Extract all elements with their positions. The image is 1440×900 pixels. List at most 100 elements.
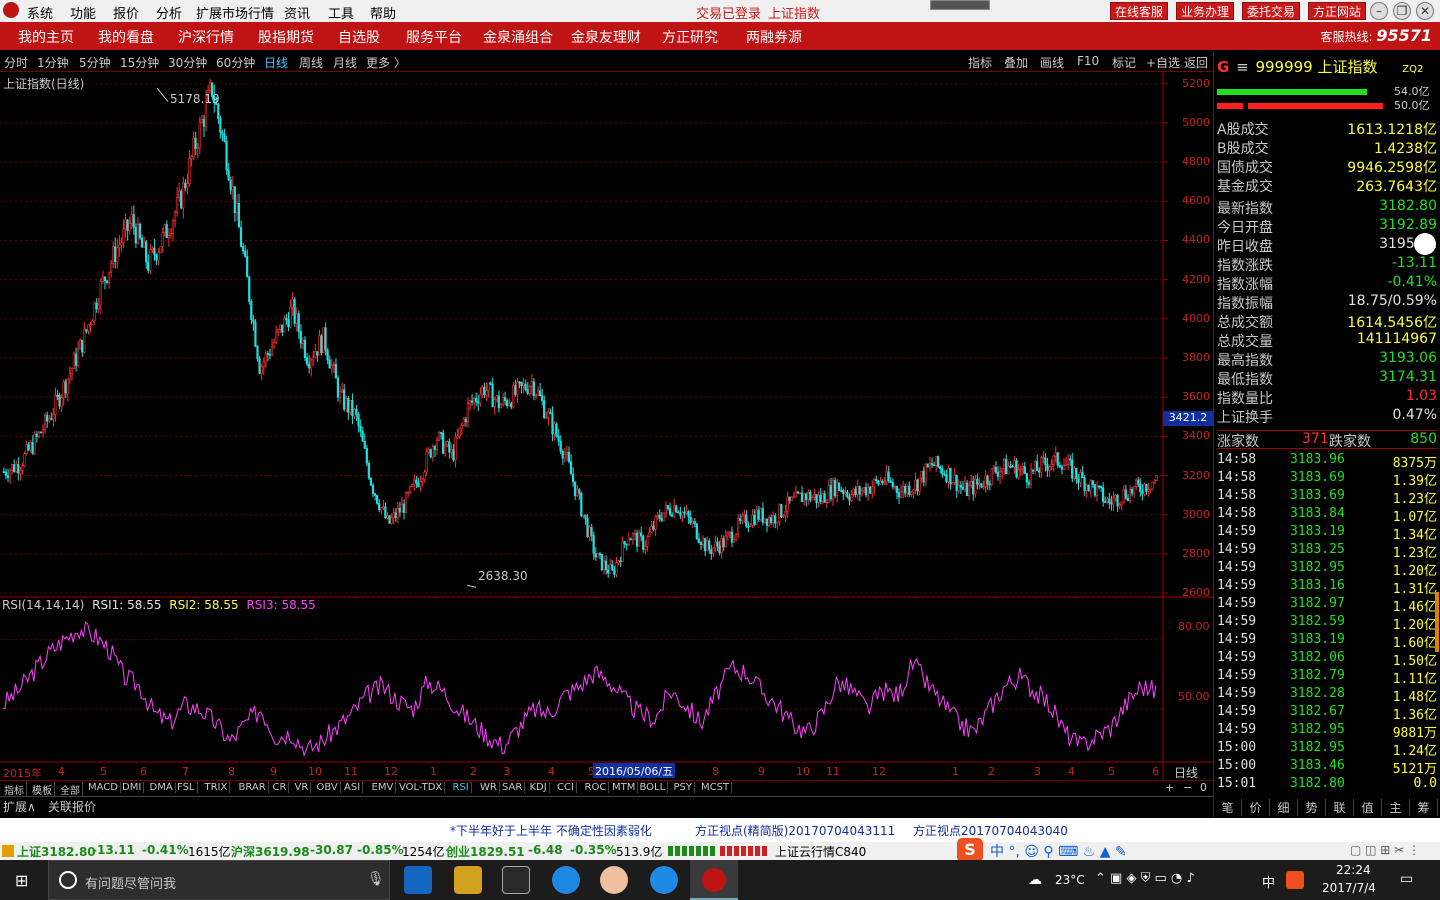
expand-toggle[interactable]: 扩展∧ [3,798,36,815]
indicator-tab[interactable]: CR [271,782,290,793]
nav-research[interactable]: 方正研究 [662,27,718,47]
minimize-icon[interactable]: – [1370,2,1388,20]
panel-tab[interactable]: 主 [1382,799,1410,816]
nav-home[interactable]: 我的主页 [18,27,74,47]
tool-draw[interactable]: 画线 [1040,54,1064,71]
indicator-tab[interactable]: OBV [315,782,341,793]
menu-analysis[interactable]: 分析 [156,3,182,22]
close-icon[interactable]: ✕ [1416,2,1434,20]
windows-start-icon[interactable]: ⊞ [15,871,33,890]
clock-time[interactable]: 22:24 [1336,863,1371,877]
trade-button[interactable]: 委托交易 [1242,2,1301,20]
nav-portfolio[interactable]: 金泉涌组合 [483,27,553,47]
menu-help[interactable]: 帮助 [370,3,396,22]
zoom-in-button[interactable]: + [1165,781,1174,794]
indicator-tab[interactable]: MACD [86,782,121,793]
kline-chart[interactable] [0,72,1213,780]
tray-icons[interactable]: ⌃ ▣ ◈ ⛨ ▭ ◔ ♪ [1095,871,1195,886]
zoom-reset-button[interactable]: 0 [1200,781,1207,794]
indicator-tab[interactable]: PSY [672,782,695,793]
ime-indicator[interactable]: 中 [1262,872,1275,891]
file-explorer-icon[interactable] [454,866,482,894]
period-tab[interactable]: 60分钟 [216,54,255,71]
indicator-tab[interactable]: EMV [370,782,397,793]
indicator-tab[interactable]: KDJ [528,782,550,793]
indicator-tab[interactable]: RSI [451,782,472,793]
browser-icon[interactable] [552,866,580,894]
panel-tab[interactable]: 价 [1242,799,1270,816]
floating-toolbar-handle[interactable] [930,0,990,10]
indicator-tab[interactable]: CCI [555,782,577,793]
menu-function[interactable]: 功能 [70,3,96,22]
panel-scrollbar[interactable] [1435,592,1439,652]
panel-tab[interactable]: 筹 [1410,799,1438,816]
indicator-tab[interactable]: SAR [500,782,526,793]
microphone-icon[interactable]: 🎙 [367,871,385,887]
indicator-tab[interactable]: VOL-TDX [397,782,446,793]
indicator-tab[interactable]: ROC [583,782,610,793]
news-item[interactable]: *下半年好于上半年 不确定性因素弱化 [450,822,652,839]
nav-margin[interactable]: 两融券源 [746,27,802,47]
tool-f10[interactable]: F10 [1077,54,1099,68]
panel-tab[interactable]: 笔 [1214,799,1242,816]
menu-tools[interactable]: 工具 [328,3,354,22]
indicator-tab[interactable]: TRIX [203,782,231,793]
ime-toolbar-icons[interactable]: 中 °, ☺ ⚲ ⌨ ♨ ▲ ✎ [990,841,1127,861]
period-tab[interactable]: 周线 [299,54,323,71]
ime-logo-icon[interactable]: S [957,838,983,862]
menu-info[interactable]: 资讯 [284,3,310,22]
restore-icon[interactable]: ❐ [1393,2,1411,20]
indicator-tab[interactable]: ASI [342,782,364,793]
store-icon[interactable] [502,866,530,894]
menu-ext-market[interactable]: 扩展市场行情 [196,3,274,22]
indicator-tab[interactable]: DMA [148,782,176,793]
notification-icon[interactable]: ▭ [1400,871,1413,887]
founder-app-taskbar-button[interactable] [690,860,738,900]
indicator-tab[interactable]: BOLL [638,782,669,793]
news-item[interactable]: 方正视点20170704043040 [913,822,1068,839]
panel-tab[interactable]: 值 [1354,799,1382,816]
panel-tab[interactable]: 联 [1326,799,1354,816]
period-more[interactable]: 更多 〉 [366,54,406,71]
nav-market[interactable]: 沪深行情 [178,27,234,47]
cy-index[interactable]: 创业1829.51 [446,843,525,860]
indicator-tab[interactable]: VR [293,782,312,793]
panel-tab[interactable]: 细 [1270,799,1298,816]
online-service-button[interactable]: 在线客服 [1110,2,1169,20]
zoom-out-button[interactable]: − [1183,781,1192,794]
indicator-tab[interactable]: FSL [175,782,198,793]
indicator-tab[interactable]: MCST [699,782,733,793]
period-tab-active[interactable]: 日线 [264,54,288,71]
ie-icon[interactable] [650,866,678,894]
indicator-tab[interactable]: MTM [610,782,639,793]
indicator-tab[interactable]: BRAR [237,782,269,793]
period-tab[interactable]: 5分钟 [79,54,111,71]
edge-icon[interactable] [404,866,432,894]
status-tools-icons[interactable]: ▢ ◫ ⊞ ✂ ⋮ [1350,843,1420,857]
tool-overlay[interactable]: 叠加 [1004,54,1028,71]
tool-mark[interactable]: 标记 [1112,54,1136,71]
period-tab[interactable]: 1分钟 [37,54,69,71]
indicator-tab[interactable]: 模板 [30,782,55,797]
nav-service[interactable]: 服务平台 [406,27,462,47]
period-tab[interactable]: 月线 [333,54,357,71]
qq-avatar-icon[interactable] [600,866,628,894]
sz-index[interactable]: 沪深3619.98 [231,843,310,860]
indicator-tab[interactable]: 全部 [58,782,83,797]
news-item[interactable]: 方正视点(精简版)20170704043111 [695,822,895,839]
business-button[interactable]: 业务办理 [1176,2,1235,20]
cortana-search-box[interactable]: 有问题尽管问我 🎙 [48,860,390,900]
indicator-tab[interactable]: DMI [120,782,145,793]
menu-system[interactable]: 系统 [27,3,53,22]
indicator-tab[interactable]: 指标 [2,782,27,797]
menu-lines-icon[interactable]: ≡ [1236,58,1249,76]
panel-tab[interactable]: 势 [1298,799,1326,816]
tool-indicator[interactable]: 指标 [968,54,992,71]
clock-date[interactable]: 2017/7/4 [1322,881,1376,895]
website-button[interactable]: 方正网站 [1308,2,1367,20]
nav-futures[interactable]: 股指期货 [258,27,314,47]
sogou-tray-icon[interactable] [1286,871,1304,889]
period-tab[interactable]: 分时 [4,54,28,71]
indicator-tab[interactable]: WR [478,782,500,793]
nav-watchlist[interactable]: 自选股 [338,27,380,47]
